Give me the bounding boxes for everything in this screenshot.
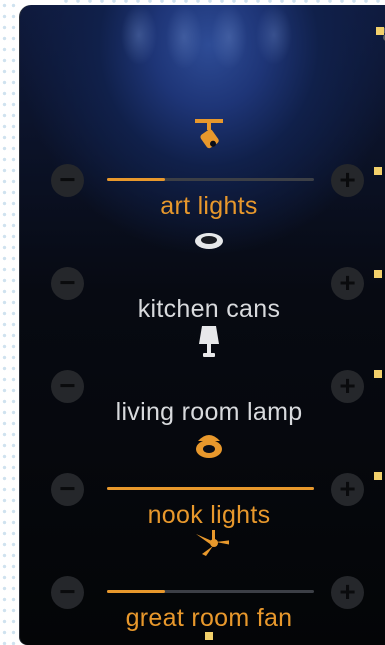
brightness-fill: [107, 590, 165, 593]
brightness-slider[interactable]: [107, 178, 314, 181]
device-label[interactable]: nook lights: [59, 501, 359, 530]
ceiling-fan-icon: [196, 530, 229, 556]
device-label[interactable]: living room lamp: [59, 398, 359, 427]
device-living-room-lamp: − + living room lamp: [19, 324, 385, 426]
device-great-room-fan: − + great room fan: [19, 530, 385, 632]
marker-bottom: [205, 632, 213, 640]
brightness-fill: [107, 487, 314, 490]
marker-top: [376, 27, 384, 35]
device-label[interactable]: great room fan: [59, 604, 359, 633]
brightness-slider[interactable]: [107, 590, 314, 593]
device-nook-lights: − + nook lights: [19, 427, 385, 529]
device-art-lights: − + art lights: [19, 118, 385, 220]
device-kitchen-cans: − + kitchen cans: [19, 221, 385, 323]
dotted-guide-top: [60, 0, 380, 4]
table-lamp-icon: [199, 326, 219, 357]
dotted-guide-left: [0, 0, 18, 645]
ceiling-light-icon: [196, 435, 222, 458]
brightness-fill: [107, 178, 165, 181]
track-light-icon: [195, 119, 223, 149]
device-label[interactable]: art lights: [59, 192, 359, 221]
device-label[interactable]: kitchen cans: [59, 295, 359, 324]
brightness-slider[interactable]: [107, 487, 314, 490]
spotlight-glow: [89, 5, 329, 75]
recessed-can-icon: [195, 233, 223, 249]
